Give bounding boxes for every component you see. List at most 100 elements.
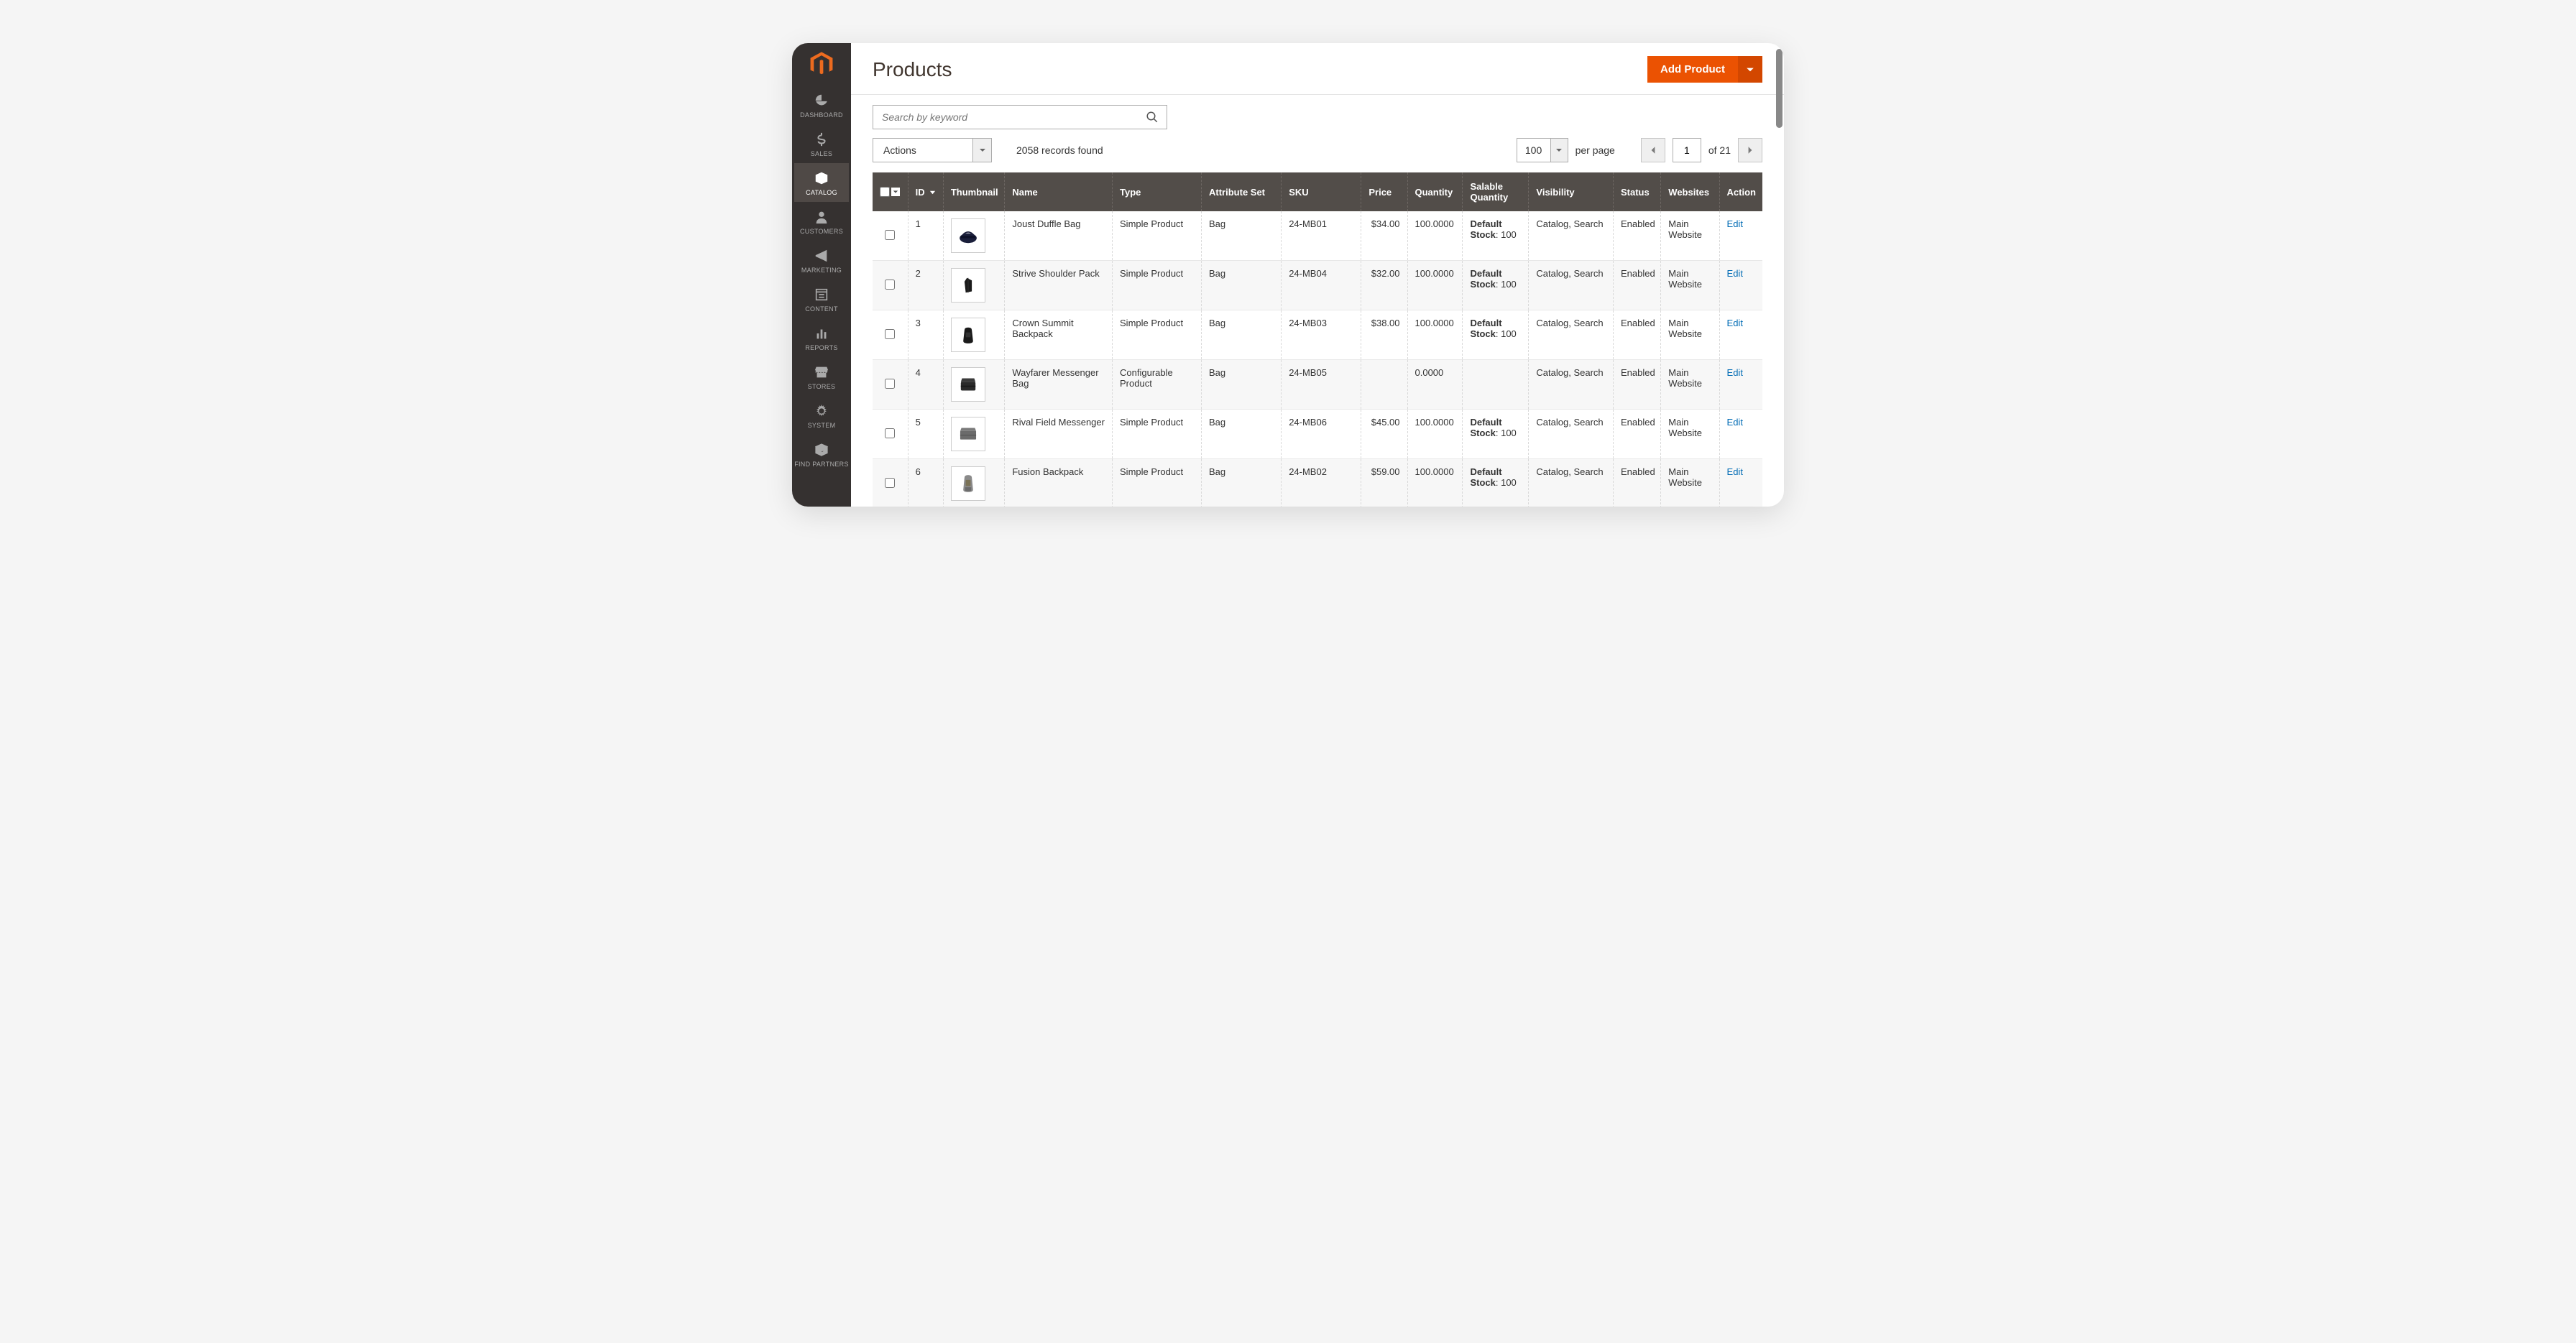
col-sku[interactable]: SKU	[1282, 172, 1361, 211]
col-name[interactable]: Name	[1005, 172, 1113, 211]
add-product-button[interactable]: Add Product	[1647, 56, 1738, 83]
edit-link[interactable]: Edit	[1727, 466, 1743, 477]
cell-attribute-set: Bag	[1202, 360, 1282, 410]
sidebar-item-label: SYSTEM	[808, 422, 836, 429]
sidebar-item-catalog[interactable]: CATALOG	[794, 163, 849, 202]
cell-thumbnail	[943, 459, 1005, 507]
cell-name: Rival Field Messenger	[1005, 410, 1113, 459]
product-thumbnail[interactable]	[951, 318, 985, 352]
sidebar-item-reports[interactable]: REPORTS	[794, 318, 849, 357]
col-websites[interactable]: Websites	[1661, 172, 1719, 211]
cell-salable: Default Stock: 100	[1463, 211, 1529, 261]
row-checkbox[interactable]	[885, 478, 895, 488]
row-checkbox[interactable]	[885, 230, 895, 240]
col-action[interactable]: Action	[1719, 172, 1762, 211]
sidebar-item-content[interactable]: CONTENT	[794, 280, 849, 318]
caret-down-icon	[973, 138, 992, 162]
cell-status: Enabled	[1614, 410, 1661, 459]
cell-attribute-set: Bag	[1202, 211, 1282, 261]
edit-link[interactable]: Edit	[1727, 268, 1743, 279]
page-input[interactable]	[1673, 138, 1701, 162]
sidebar-item-label: STORES	[808, 383, 836, 390]
sidebar-item-label: CUSTOMERS	[800, 228, 843, 235]
cell-status: Enabled	[1614, 360, 1661, 410]
prev-page-button[interactable]	[1641, 138, 1665, 162]
cell-quantity: 100.0000	[1407, 211, 1463, 261]
col-type[interactable]: Type	[1113, 172, 1202, 211]
row-checkbox[interactable]	[885, 329, 895, 339]
col-attribute-set[interactable]: Attribute Set	[1202, 172, 1282, 211]
scrollbar-thumb[interactable]	[1776, 49, 1782, 128]
cell-price: $32.00	[1361, 261, 1407, 310]
cell-salable: Default Stock: 100	[1463, 410, 1529, 459]
bulk-actions-select[interactable]: Actions	[873, 138, 992, 162]
col-salable[interactable]: Salable Quantity	[1463, 172, 1529, 211]
cell-salable: Default Stock: 100	[1463, 310, 1529, 360]
col-status[interactable]: Status	[1614, 172, 1661, 211]
cell-checkbox	[873, 410, 908, 459]
sidebar-item-label: CONTENT	[805, 305, 838, 313]
magento-logo[interactable]	[808, 50, 835, 80]
product-thumbnail[interactable]	[951, 466, 985, 501]
cell-name: Strive Shoulder Pack	[1005, 261, 1113, 310]
cell-price: $45.00	[1361, 410, 1407, 459]
sidebar-item-customers[interactable]: CUSTOMERS	[794, 202, 849, 241]
sidebar-item-label: CATALOG	[806, 189, 837, 196]
table-row[interactable]: 5Rival Field MessengerSimple ProductBag2…	[873, 410, 1762, 459]
table-row[interactable]: 6Fusion BackpackSimple ProductBag24-MB02…	[873, 459, 1762, 507]
col-select-all[interactable]	[873, 172, 908, 211]
col-price[interactable]: Price	[1361, 172, 1407, 211]
cell-thumbnail	[943, 310, 1005, 360]
cell-attribute-set: Bag	[1202, 261, 1282, 310]
sidebar-item-partners[interactable]: FIND PARTNERS	[794, 435, 849, 474]
cell-type: Simple Product	[1113, 459, 1202, 507]
row-checkbox[interactable]	[885, 428, 895, 438]
cell-status: Enabled	[1614, 310, 1661, 360]
cell-quantity: 100.0000	[1407, 310, 1463, 360]
select-all-checkbox[interactable]	[880, 187, 890, 197]
cell-visibility: Catalog, Search	[1529, 211, 1614, 261]
cell-salable: Default Stock: 100	[1463, 261, 1529, 310]
table-row[interactable]: 2Strive Shoulder PackSimple ProductBag24…	[873, 261, 1762, 310]
cell-visibility: Catalog, Search	[1529, 360, 1614, 410]
col-visibility[interactable]: Visibility	[1529, 172, 1614, 211]
cell-websites: Main Website	[1661, 410, 1719, 459]
product-thumbnail[interactable]	[951, 268, 985, 303]
edit-link[interactable]: Edit	[1727, 367, 1743, 378]
row-checkbox[interactable]	[885, 379, 895, 389]
sidebar-item-label: FIND PARTNERS	[794, 461, 849, 468]
row-checkbox[interactable]	[885, 280, 895, 290]
col-id[interactable]: ID	[908, 172, 943, 211]
sidebar-item-sales[interactable]: SALES	[794, 124, 849, 163]
product-thumbnail[interactable]	[951, 218, 985, 253]
sidebar-item-stores[interactable]: STORES	[794, 357, 849, 396]
col-quantity[interactable]: Quantity	[1407, 172, 1463, 211]
per-page-select[interactable]: 100	[1517, 138, 1568, 162]
add-product-dropdown[interactable]	[1738, 56, 1762, 83]
grid-controls: Actions 2058 records found 100 per page …	[851, 129, 1784, 172]
table-row[interactable]: 1Joust Duffle BagSimple ProductBag24-MB0…	[873, 211, 1762, 261]
sidebar-item-label: DASHBOARD	[800, 111, 843, 119]
sidebar-item-dashboard[interactable]: DASHBOARD	[794, 86, 849, 124]
col-thumbnail[interactable]: Thumbnail	[943, 172, 1005, 211]
product-thumbnail[interactable]	[951, 367, 985, 402]
search-icon[interactable]	[1138, 111, 1167, 124]
edit-link[interactable]: Edit	[1727, 318, 1743, 328]
cell-checkbox	[873, 360, 908, 410]
cell-thumbnail	[943, 211, 1005, 261]
select-all-dropdown[interactable]	[891, 188, 900, 196]
next-page-button[interactable]	[1738, 138, 1762, 162]
sidebar-item-system[interactable]: SYSTEM	[794, 396, 849, 435]
cell-thumbnail	[943, 360, 1005, 410]
cell-sku: 24-MB02	[1282, 459, 1361, 507]
table-row[interactable]: 4Wayfarer Messenger BagConfigurable Prod…	[873, 360, 1762, 410]
search-toolbar	[851, 95, 1784, 129]
search-input[interactable]	[873, 111, 1138, 123]
sidebar-item-marketing[interactable]: MARKETING	[794, 241, 849, 280]
app-shell: DASHBOARD SALES CATALOG CUSTOMERS MARKETING C…	[792, 43, 1784, 507]
edit-link[interactable]: Edit	[1727, 417, 1743, 428]
edit-link[interactable]: Edit	[1727, 218, 1743, 229]
product-thumbnail[interactable]	[951, 417, 985, 451]
add-product-button-group: Add Product	[1647, 56, 1762, 83]
table-row[interactable]: 3Crown Summit BackpackSimple ProductBag2…	[873, 310, 1762, 360]
